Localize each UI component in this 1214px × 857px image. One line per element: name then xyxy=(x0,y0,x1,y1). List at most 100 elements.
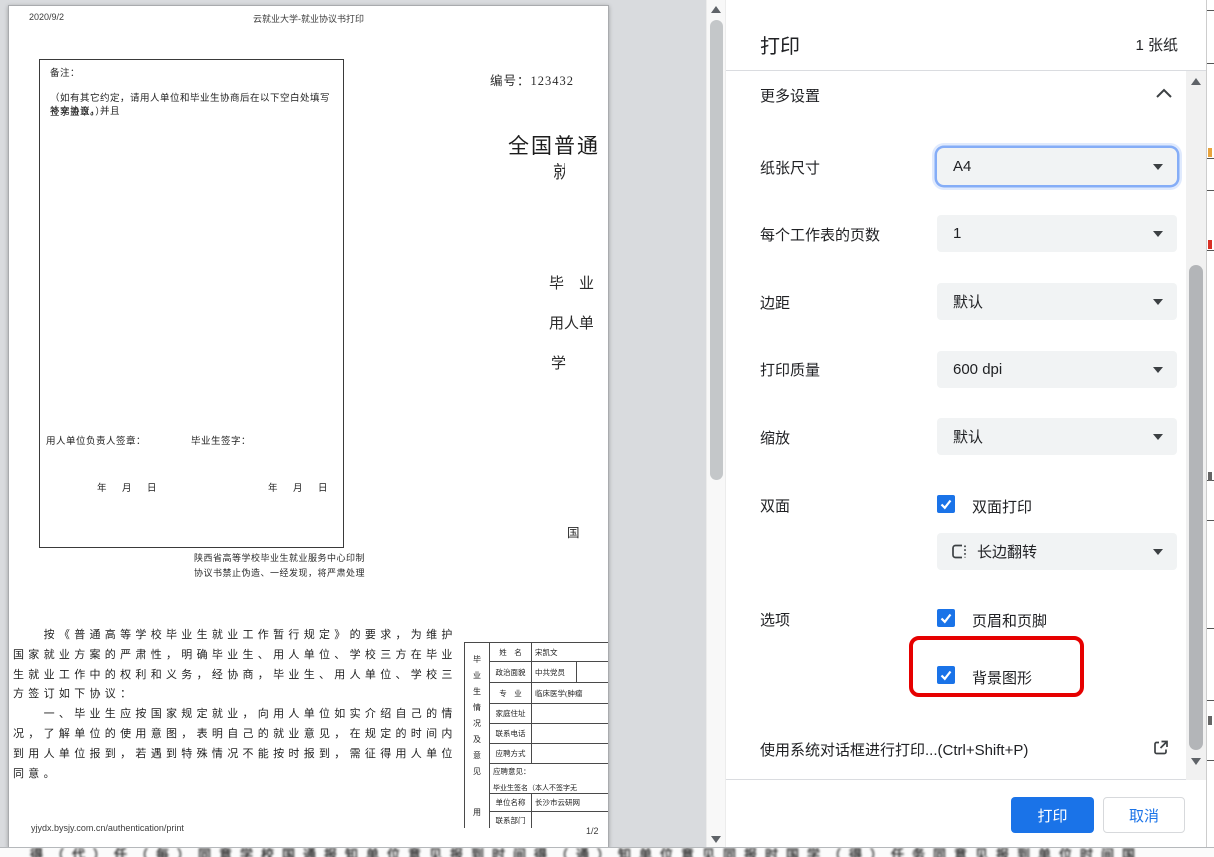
print-settings-panel: 打印 1 张纸 更多设置 纸张尺寸 A4 每个工作表的页数 1 边距 默认 打印… xyxy=(726,0,1206,847)
headers-footers-label[interactable]: 页眉和页脚 xyxy=(972,610,1047,631)
table-label: 应聘方式 xyxy=(490,744,532,764)
duplex-checkbox[interactable] xyxy=(937,495,955,513)
table-label: 政治面貌 xyxy=(490,662,532,683)
print-preview-pane: 2020/9/2 云就业大学-就业协议书打印 备注： （如有其它约定，请用人单位… xyxy=(0,0,706,847)
issuer-line1: 陕西省高等学校毕业生就业服务中心印制 xyxy=(194,551,365,564)
paper-size-label: 纸张尺寸 xyxy=(760,157,820,178)
preview-scrollbar[interactable] xyxy=(706,0,726,847)
fragment-school: 学 xyxy=(551,352,566,373)
background-graphics-checkbox[interactable] xyxy=(937,666,955,684)
table-label: 专 业 xyxy=(490,683,532,704)
margins-value: 默认 xyxy=(953,291,983,312)
scroll-up-arrow-icon[interactable] xyxy=(1191,78,1201,85)
remarks-note-line2: 签字盖章。） xyxy=(50,107,105,120)
serial-number: 编号：123432 xyxy=(490,70,574,89)
scroll-down-arrow-icon[interactable] xyxy=(1191,758,1201,765)
scroll-down-arrow-icon[interactable] xyxy=(711,836,721,843)
table-label: 单位名称 xyxy=(490,794,532,812)
chevron-down-icon xyxy=(1153,367,1163,373)
chevron-down-icon xyxy=(1153,434,1163,440)
employer-sign-label: 用人单位负责人签章： xyxy=(46,436,146,449)
pages-per-sheet-value: 1 xyxy=(953,225,961,242)
chevron-down-icon xyxy=(1153,231,1163,237)
paper-size-value: A4 xyxy=(953,158,971,175)
background-page-right-edge xyxy=(1206,0,1214,857)
headers-footers-checkbox[interactable] xyxy=(937,609,955,627)
background-page-bottom-edge: 得（代）任（每）同意学校国通报知单位意见报到时间得（通）知单位意见同报时国学（得… xyxy=(0,847,1214,857)
checkmark-icon xyxy=(939,611,953,625)
fragment-graduate: 毕 业 xyxy=(549,272,594,293)
cancel-button[interactable]: 取消 xyxy=(1103,797,1185,833)
title-fragment-jiu: 就 xyxy=(553,159,565,183)
checkmark-icon xyxy=(939,497,953,511)
background-graphics-label[interactable]: 背景图形 xyxy=(972,667,1032,688)
table-label: 联系部门 xyxy=(490,812,532,828)
duplex-checkbox-label[interactable]: 双面打印 xyxy=(972,496,1032,517)
print-quality-value: 600 dpi xyxy=(953,361,1002,378)
clipped-page-text: 得（代）任（每）同意学校国通报知单位意见报到时间得（通）知单位意见同报时国学（得… xyxy=(30,847,1143,857)
print-dialog: 2020/9/2 云就业大学-就业协议书打印 备注： （如有其它约定，请用人单位… xyxy=(0,0,1214,857)
remarks-label: 备注： xyxy=(50,68,80,81)
table-label: 姓 名 xyxy=(490,643,532,662)
table-vertical-header: 毕业生情况及意见 xyxy=(465,643,490,794)
table-value: 临床医学(肿瘤 xyxy=(532,683,609,704)
fragment-employer: 用人单位 xyxy=(549,312,593,332)
table-value xyxy=(532,724,609,744)
settings-scrollbar-thumb[interactable] xyxy=(1189,265,1203,750)
pages-per-sheet-dropdown[interactable]: 1 xyxy=(937,215,1177,252)
clipped-glyph xyxy=(1208,716,1212,725)
table-value: 长沙市云研网 xyxy=(532,794,609,812)
issuer-line2: 协议书禁止伪造、一经发现，将严肃处理 xyxy=(194,566,365,579)
agreement-title-fragment: 全国普通 xyxy=(508,130,600,160)
dialog-title: 打印 xyxy=(760,30,800,59)
table-value xyxy=(532,744,609,764)
table-divider xyxy=(576,662,577,683)
duplex-mode-dropdown[interactable]: 长边翻转 xyxy=(937,533,1177,570)
system-dialog-link[interactable]: 使用系统对话框进行打印...(Ctrl+Shift+P) xyxy=(760,739,1028,760)
print-header-title: 云就业大学-就业协议书打印 xyxy=(9,12,608,25)
print-quality-dropdown[interactable]: 600 dpi xyxy=(937,351,1177,388)
pages-per-sheet-label: 每个工作表的页数 xyxy=(760,224,880,245)
scroll-up-arrow-icon[interactable] xyxy=(711,6,721,13)
signature-note: 毕业生签名（本人不签字无 xyxy=(493,783,577,793)
table-value: 宋凯文 xyxy=(532,643,609,662)
graduate-sign-label: 毕业生签字： xyxy=(191,436,251,449)
date-blank-2: 年 月 日 xyxy=(268,483,331,496)
scale-label: 缩放 xyxy=(760,427,790,448)
table-label: 家庭住址 xyxy=(490,704,532,724)
table-vertical-header-2: 用 xyxy=(465,794,490,828)
fragment-country: 国 xyxy=(567,522,580,541)
table-label: 联系电话 xyxy=(490,724,532,744)
flip-long-edge-icon xyxy=(950,543,968,560)
date-blank-1: 年 月 日 xyxy=(97,483,160,496)
duplex-mode-value: 长边翻转 xyxy=(977,541,1037,562)
margins-label: 边距 xyxy=(760,292,790,313)
chevron-up-icon[interactable] xyxy=(1156,88,1172,98)
page-indicator: 1/2 xyxy=(586,826,599,836)
print-footer-url: yjydx.bysjy.com.cn/authentication/print xyxy=(31,823,184,833)
paper-size-dropdown[interactable]: A4 xyxy=(937,148,1177,185)
table-value: 中共党员 xyxy=(532,662,609,683)
print-button[interactable]: 打印 xyxy=(1011,797,1094,833)
scale-dropdown[interactable]: 默认 xyxy=(937,418,1177,455)
preview-scrollbar-thumb[interactable] xyxy=(710,20,723,480)
sheet-count: 1 张纸 xyxy=(1126,34,1178,55)
header-divider xyxy=(726,70,1206,71)
agreement-paragraph: 按《普通高等学校毕业生就业工作暂行规定》的要求，为维护 国家就业方案的严肃性，明… xyxy=(13,626,465,784)
clipped-glyph xyxy=(1208,240,1212,249)
chevron-down-icon xyxy=(1153,164,1163,170)
footer-divider xyxy=(726,779,1206,780)
open-in-new-icon[interactable] xyxy=(1152,739,1170,757)
chevron-down-icon xyxy=(1153,299,1163,305)
preview-page-1: 2020/9/2 云就业大学-就业协议书打印 备注： （如有其它约定，请用人单位… xyxy=(8,5,609,848)
clipped-glyph xyxy=(1208,148,1212,157)
graduate-info-table: 毕业生情况及意见 姓 名 宋凯文 政治面貌 中共党员 专 业 临床医学(肿瘤 家… xyxy=(464,642,609,828)
table-value xyxy=(532,704,609,724)
chevron-down-icon xyxy=(1153,549,1163,555)
remarks-box: 备注： （如有其它约定，请用人单位和毕业生协商后在以下空白处填写补充协议，并且 … xyxy=(39,59,344,548)
duplex-label: 双面 xyxy=(760,495,790,516)
settings-scrollbar[interactable] xyxy=(1186,71,1206,780)
checkmark-icon xyxy=(939,668,953,682)
scale-value: 默认 xyxy=(953,426,983,447)
margins-dropdown[interactable]: 默认 xyxy=(937,283,1177,320)
